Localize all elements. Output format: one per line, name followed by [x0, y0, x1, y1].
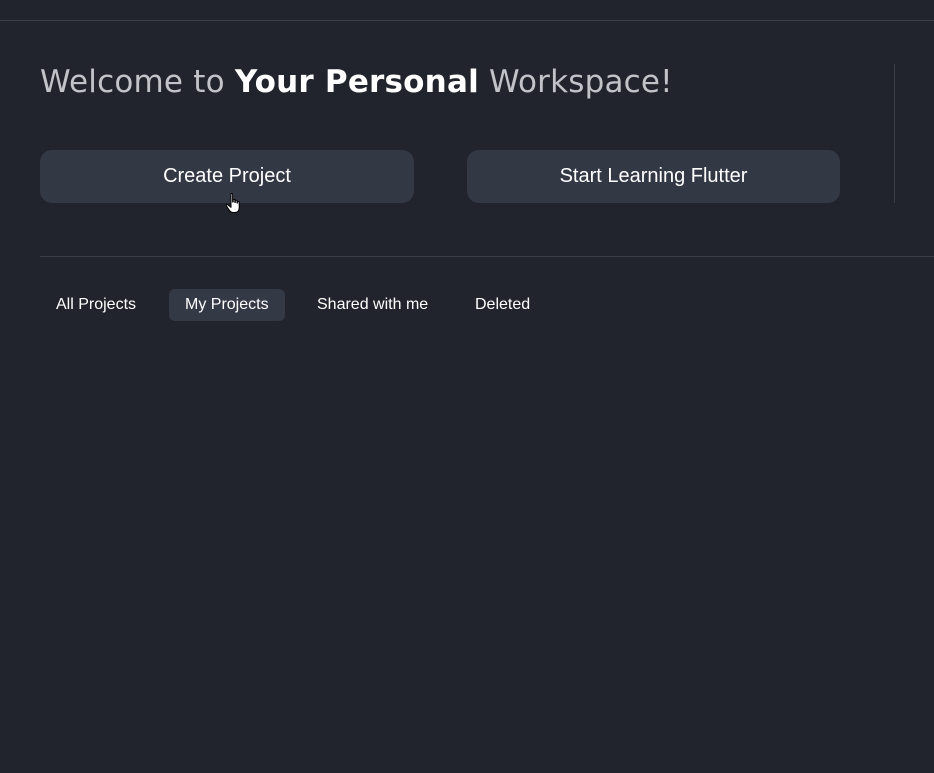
- top-divider: [0, 20, 934, 21]
- tab-deleted[interactable]: Deleted: [459, 289, 546, 321]
- tab-my-projects-label: My Projects: [185, 296, 269, 313]
- welcome-suffix: Workspace!: [478, 64, 673, 100]
- welcome-emphasis: Your Personal: [234, 64, 479, 100]
- tab-deleted-label: Deleted: [475, 296, 531, 313]
- create-project-label: Create Project: [163, 165, 291, 187]
- tab-all-projects-label: All Projects: [56, 296, 137, 313]
- welcome-heading: Welcome to Your Personal Workspace!: [40, 60, 673, 104]
- tab-shared-with-me[interactable]: Shared with me: [301, 289, 444, 321]
- tab-all-projects[interactable]: All Projects: [40, 289, 152, 321]
- start-learning-flutter-button[interactable]: Start Learning Flutter: [467, 150, 840, 203]
- start-learning-flutter-label: Start Learning Flutter: [559, 165, 748, 187]
- section-divider: [40, 256, 934, 257]
- welcome-prefix: Welcome to: [40, 64, 235, 100]
- tab-my-projects[interactable]: My Projects: [169, 289, 285, 321]
- vertical-divider: [894, 64, 895, 203]
- hand-pointer-cursor-icon: [225, 193, 240, 213]
- tab-shared-with-me-label: Shared with me: [317, 296, 429, 313]
